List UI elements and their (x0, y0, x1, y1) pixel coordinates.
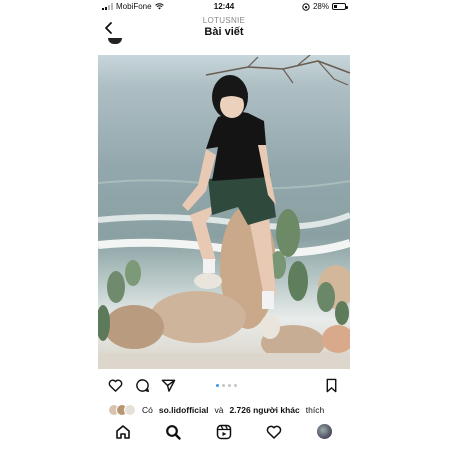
share-icon[interactable] (161, 378, 176, 393)
reels-icon[interactable] (216, 424, 232, 440)
post-image[interactable] (98, 55, 350, 369)
header: LOTUSNIE Bài viết (98, 14, 350, 42)
instagram-post-view: MobiFone 12:44 28% LOTUSNIE Bài viết Có … (98, 0, 350, 449)
liker-avatar (124, 404, 136, 416)
orientation-lock-icon (302, 2, 310, 11)
photo-icon (98, 55, 350, 369)
battery-level (334, 5, 337, 8)
like-heart-icon[interactable] (108, 378, 123, 393)
likes-suffix: thích (305, 405, 325, 415)
battery-percent: 28% (312, 2, 329, 11)
home-icon[interactable] (115, 424, 131, 440)
likes-prefix: Có (142, 405, 153, 415)
carousel-dots (216, 384, 237, 387)
post-owner-username[interactable]: LOTUSNIE (98, 16, 350, 25)
comment-icon[interactable] (135, 378, 150, 393)
bookmark-icon[interactable] (324, 378, 339, 393)
status-bar: MobiFone 12:44 28% (98, 0, 350, 14)
liker-username[interactable]: so.lidofficial (159, 405, 209, 415)
battery-icon (332, 3, 348, 10)
carousel-dot (228, 384, 231, 387)
carousel-dot (234, 384, 237, 387)
search-icon[interactable] (165, 424, 181, 440)
likes-count[interactable]: 2.726 người khác (229, 405, 299, 415)
likes-summary[interactable]: Có so.lidofficial và 2.726 người khác th… (108, 403, 324, 417)
post-actions (98, 373, 350, 397)
page-title: Bài viết (204, 26, 244, 38)
liker-avatars (108, 404, 138, 416)
author-avatar-partial[interactable] (108, 38, 122, 44)
activity-heart-icon[interactable] (266, 424, 282, 440)
carousel-dot (216, 384, 219, 387)
profile-avatar[interactable] (317, 424, 332, 439)
carousel-dot (222, 384, 225, 387)
likes-and: và (214, 405, 224, 415)
bottom-nav (98, 420, 350, 446)
screen: MobiFone 12:44 28% LOTUSNIE Bài viết Có … (0, 0, 449, 449)
status-right: 28% (302, 2, 348, 11)
